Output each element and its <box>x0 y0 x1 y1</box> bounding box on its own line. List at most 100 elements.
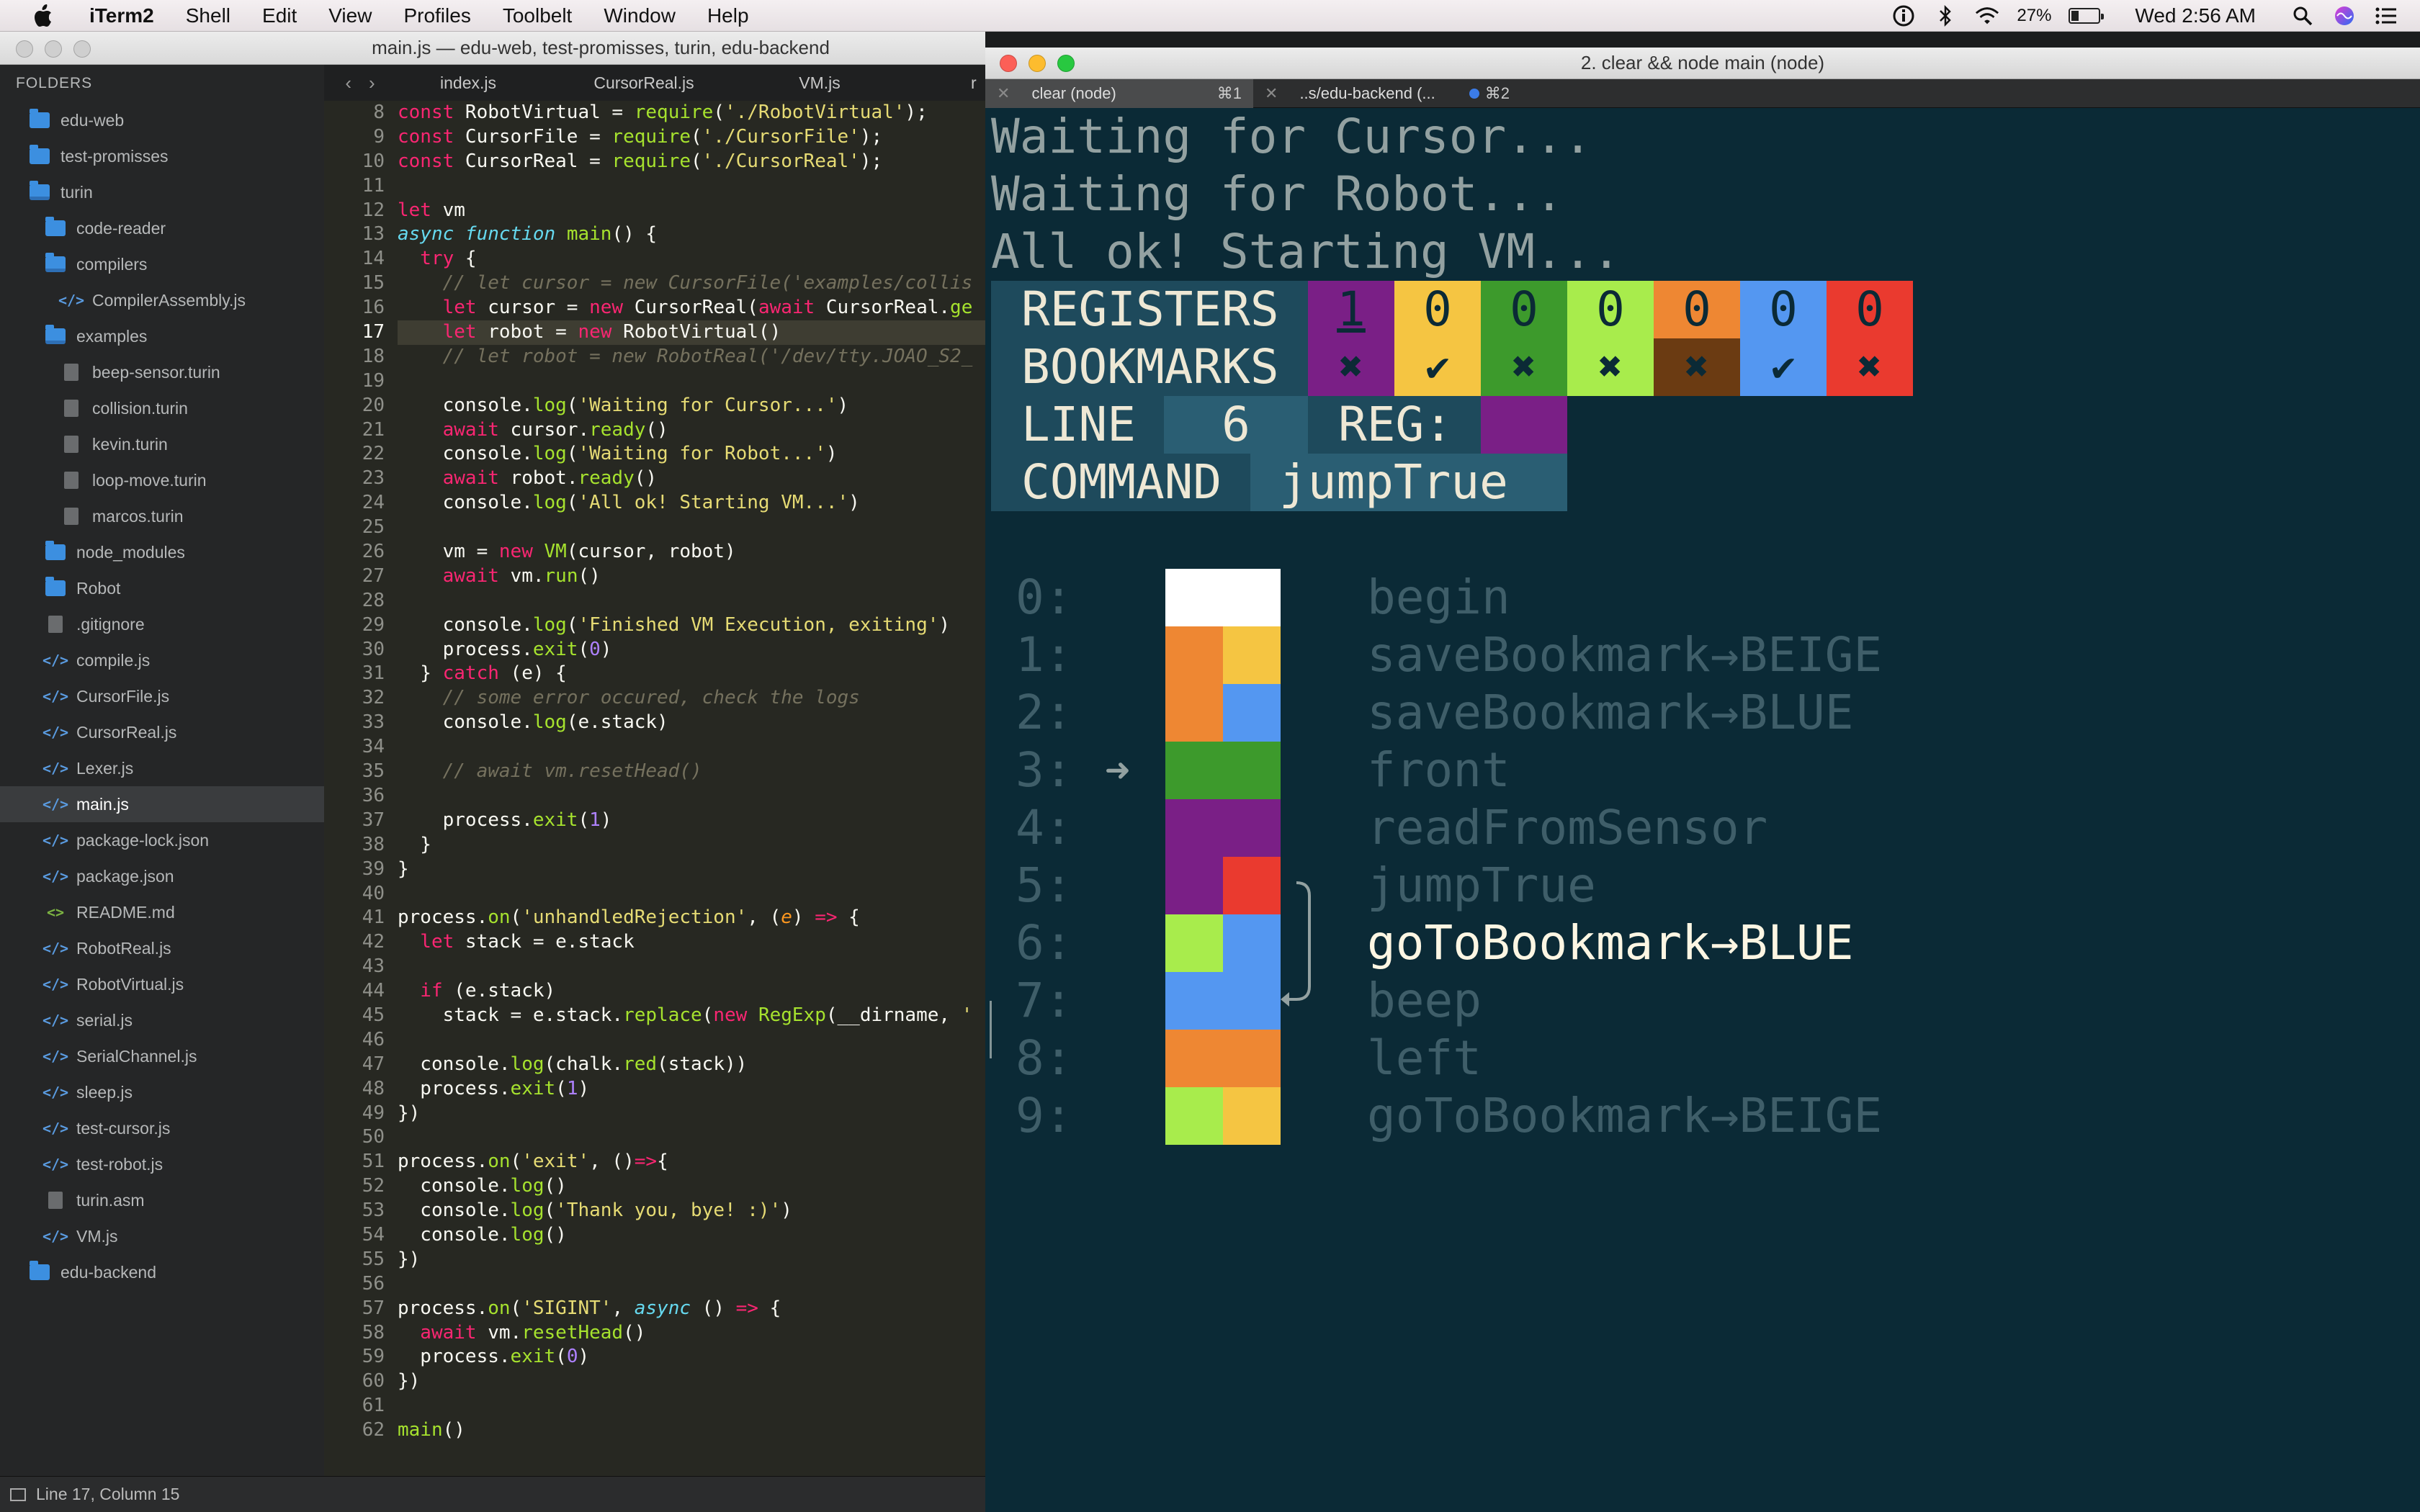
code-area[interactable]: const RobotVirtual = require('./RobotVir… <box>398 101 985 1443</box>
iterm-tab-1[interactable]: ✕ clear (node) ⌘1 <box>985 79 1253 108</box>
minimize-window-button[interactable] <box>1028 55 1046 72</box>
tree-item[interactable]: </> package-lock.json <box>0 822 324 858</box>
tree-item[interactable]: examples <box>0 318 324 354</box>
code-editor[interactable]: ‹ › index.js CursorReal.js VM.js r 8 9 10 1… <box>324 65 985 1476</box>
iterm-titlebar[interactable]: 2. clear && node main (node) <box>985 48 2420 79</box>
code-line[interactable]: await cursor.ready() <box>398 418 985 443</box>
code-line[interactable]: if (e.stack) <box>398 979 985 1004</box>
code-line[interactable]: console.log('Waiting for Cursor...') <box>398 394 985 418</box>
apple-icon[interactable] <box>29 3 58 29</box>
tab-index-js[interactable]: index.js <box>396 73 572 93</box>
tree-item[interactable]: marcos.turin <box>0 498 324 534</box>
tree-item[interactable]: </> test-robot.js <box>0 1146 324 1182</box>
tree-item[interactable]: </> CompilerAssembly.js <box>0 282 324 318</box>
code-line[interactable]: main() <box>398 1418 985 1443</box>
chevron-right-icon[interactable]: › <box>369 72 375 94</box>
code-line[interactable]: } <box>398 833 985 858</box>
code-line[interactable]: console.log(chalk.red(stack)) <box>398 1053 985 1077</box>
menu-help[interactable]: Help <box>691 4 765 27</box>
menu-profiles[interactable]: Profiles <box>387 4 486 27</box>
code-line[interactable]: let cursor = new CursorReal(await Cursor… <box>398 296 985 320</box>
code-line[interactable]: let vm <box>398 199 985 223</box>
wifi-icon[interactable] <box>1975 4 1999 28</box>
tree-item[interactable]: Robot <box>0 570 324 606</box>
code-line[interactable]: } catch (e) { <box>398 662 985 686</box>
code-line[interactable]: let stack = e.stack <box>398 930 985 955</box>
tree-item[interactable]: </> SerialChannel.js <box>0 1038 324 1074</box>
menu-window[interactable]: Window <box>588 4 691 27</box>
code-line[interactable] <box>398 174 985 199</box>
zoom-window-button[interactable] <box>73 40 91 58</box>
bluetooth-icon[interactable] <box>1933 4 1958 28</box>
code-line[interactable] <box>398 1028 985 1053</box>
tree-item[interactable]: edu-backend <box>0 1254 324 1290</box>
tab-vm-js[interactable]: VM.js <box>748 73 923 93</box>
minimize-window-button[interactable] <box>45 40 62 58</box>
tree-item[interactable]: </> main.js <box>0 786 324 822</box>
code-line[interactable]: process.exit(0) <box>398 638 985 662</box>
code-line[interactable]: async function main() { <box>398 222 985 247</box>
code-line[interactable]: console.log() <box>398 1223 985 1248</box>
tree-item[interactable]: loop-move.turin <box>0 462 324 498</box>
code-line[interactable]: process.on('SIGINT', async () => { <box>398 1297 985 1321</box>
siri-icon[interactable] <box>2332 4 2357 28</box>
tree-item[interactable]: </> serial.js <box>0 1002 324 1038</box>
spotlight-search-icon[interactable] <box>2290 4 2315 28</box>
code-line[interactable]: process.exit(1) <box>398 1077 985 1102</box>
code-line[interactable]: // some error occured, check the logs <box>398 686 985 711</box>
code-line[interactable] <box>398 1394 985 1418</box>
info-icon[interactable] <box>1891 4 1916 28</box>
tab-cursorreal-js[interactable]: CursorReal.js <box>572 73 748 93</box>
code-line[interactable]: // let cursor = new CursorFile('examples… <box>398 271 985 296</box>
code-line[interactable]: // await vm.resetHead() <box>398 760 985 784</box>
menu-app-name[interactable]: iTerm2 <box>73 4 170 27</box>
tree-item[interactable]: kevin.turin <box>0 426 324 462</box>
code-line[interactable] <box>398 735 985 760</box>
sublime-titlebar[interactable]: main.js — edu-web, test-promisses, turin… <box>0 32 985 65</box>
menu-shell[interactable]: Shell <box>170 4 246 27</box>
tree-item[interactable]: </> Lexer.js <box>0 750 324 786</box>
tab-overflow[interactable]: r <box>971 65 985 101</box>
code-line[interactable]: const RobotVirtual = require('./RobotVir… <box>398 101 985 125</box>
code-line[interactable]: process.exit(0) <box>398 1345 985 1369</box>
tree-item[interactable]: </> test-cursor.js <box>0 1110 324 1146</box>
iterm-tab-2[interactable]: ✕ ..s/edu-backend (... ⌘2 <box>1253 79 1521 108</box>
tree-item[interactable]: collision.turin <box>0 390 324 426</box>
tree-item[interactable]: </> VM.js <box>0 1218 324 1254</box>
code-line[interactable] <box>398 516 985 540</box>
tree-item[interactable]: code-reader <box>0 210 324 246</box>
code-line[interactable]: process.on('exit', ()=>{ <box>398 1150 985 1174</box>
menu-toolbelt[interactable]: Toolbelt <box>487 4 588 27</box>
tree-item[interactable]: turin <box>0 174 324 210</box>
menu-view[interactable]: View <box>313 4 387 27</box>
clock[interactable]: Wed 2:56 AM <box>2135 4 2256 27</box>
code-line[interactable]: stack = e.stack.replace(new RegExp(__dir… <box>398 1004 985 1028</box>
chevron-left-icon[interactable]: ‹ <box>345 72 351 94</box>
code-line[interactable]: }) <box>398 1102 985 1126</box>
close-window-button[interactable] <box>1000 55 1017 72</box>
code-line[interactable]: const CursorFile = require('./CursorFile… <box>398 125 985 150</box>
tree-item[interactable]: </> CursorReal.js <box>0 714 324 750</box>
code-line[interactable] <box>398 1125 985 1150</box>
tree-item[interactable]: </> CursorFile.js <box>0 678 324 714</box>
tree-item[interactable]: </> RobotReal.js <box>0 930 324 966</box>
code-line[interactable]: console.log('Finished VM Execution, exit… <box>398 613 985 638</box>
tree-item[interactable]: edu-web <box>0 102 324 138</box>
code-line[interactable] <box>398 369 985 394</box>
tree-item[interactable]: turin.asm <box>0 1182 324 1218</box>
tree-item[interactable]: beep-sensor.turin <box>0 354 324 390</box>
code-line[interactable] <box>398 589 985 613</box>
tree-item[interactable]: </> sleep.js <box>0 1074 324 1110</box>
menu-edit[interactable]: Edit <box>246 4 313 27</box>
zoom-window-button[interactable] <box>1057 55 1075 72</box>
code-line[interactable]: console.log('Thank you, bye! :)') <box>398 1199 985 1223</box>
code-line[interactable]: } <box>398 858 985 882</box>
code-line[interactable]: console.log() <box>398 1174 985 1199</box>
code-line[interactable]: // let robot = new RobotReal('/dev/tty.J… <box>398 345 985 369</box>
tree-item[interactable]: .gitignore <box>0 606 324 642</box>
tree-item[interactable]: </> RobotVirtual.js <box>0 966 324 1002</box>
panel-toggle-icon[interactable] <box>10 1488 26 1501</box>
code-line[interactable]: console.log('All ok! Starting VM...') <box>398 491 985 516</box>
code-line[interactable] <box>398 955 985 979</box>
battery-icon[interactable] <box>2069 8 2105 24</box>
